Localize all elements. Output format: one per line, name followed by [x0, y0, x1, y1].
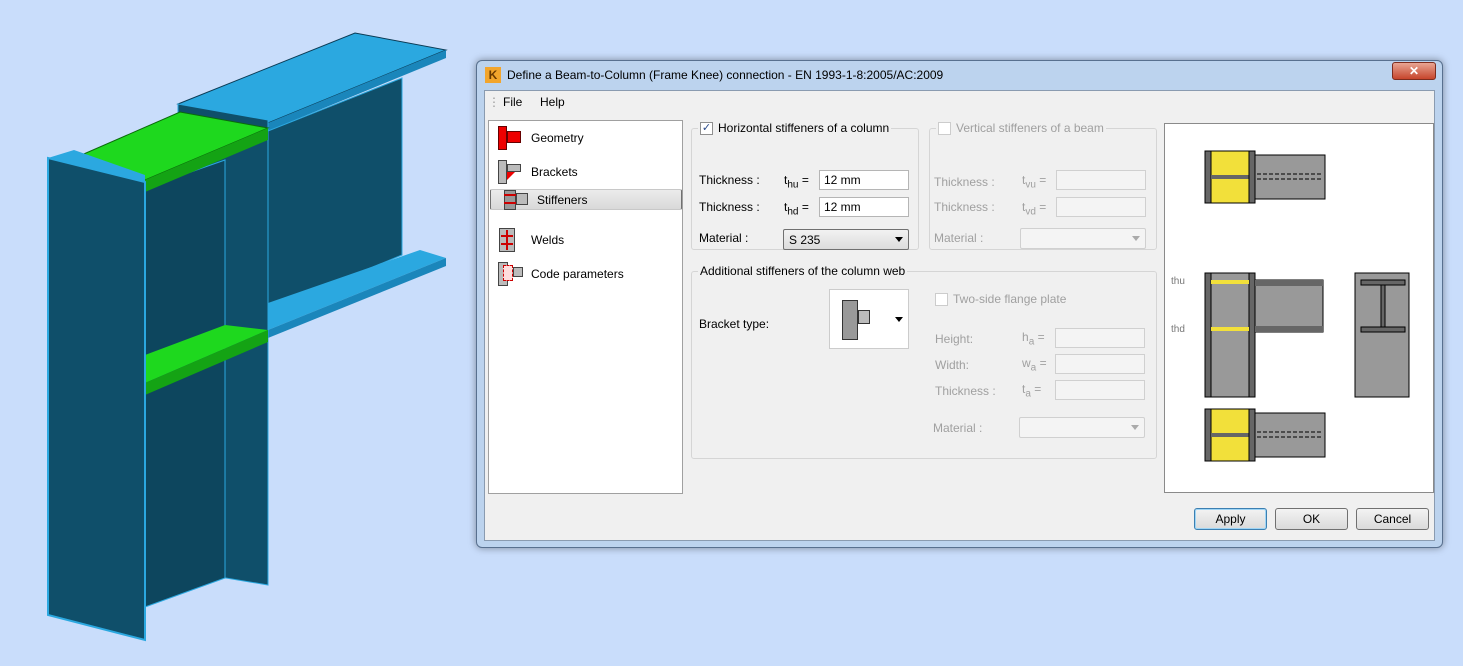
side-elevation-view: thu thd — [1171, 272, 1324, 398]
horizontal-stiffeners-checkbox[interactable]: ✓ — [700, 121, 713, 135]
nav-item-brackets[interactable]: Brackets — [490, 155, 682, 189]
additional-stiffeners-title: Additional stiffeners of the column web — [698, 264, 908, 278]
nav-item-welds[interactable]: Welds — [490, 223, 682, 257]
thd-input[interactable]: 12 mm — [819, 197, 909, 217]
nav-label: Geometry — [531, 131, 584, 145]
nav-label: Stiffeners — [537, 192, 588, 207]
nav-label: Brackets — [531, 165, 578, 179]
tvu-label: Thickness : — [934, 175, 995, 189]
apply-button[interactable]: Apply — [1194, 508, 1267, 530]
vertical-stiffeners-checkbox[interactable] — [938, 121, 951, 135]
additional-stiffeners-group: Additional stiffeners of the column web … — [691, 264, 1157, 459]
bottom-section-view — [1204, 408, 1326, 462]
two-side-flange-checkbox[interactable] — [935, 292, 948, 306]
menu-file[interactable]: File — [503, 95, 522, 109]
horizontal-stiffeners-toggle[interactable]: ✓ Horizontal stiffeners of a column — [698, 121, 892, 135]
additional-material-select[interactable] — [1019, 417, 1145, 438]
bracket-type-label: Bracket type: — [699, 317, 770, 331]
horizontal-stiffeners-title: Horizontal stiffeners of a column — [718, 121, 890, 135]
ta-symbol: ta = — [1022, 382, 1042, 400]
title-bar[interactable]: K Define a Beam-to-Column (Frame Knee) c… — [477, 61, 1442, 89]
chevron-down-icon — [1132, 236, 1140, 241]
nav-label: Code parameters — [531, 267, 624, 281]
height-label: Height: — [935, 332, 974, 346]
cancel-button[interactable]: Cancel — [1356, 508, 1429, 530]
tvd-symbol: tvd = — [1022, 200, 1047, 218]
vertical-material-label: Material : — [934, 231, 984, 245]
chevron-down-icon — [895, 237, 903, 242]
app-icon: K — [485, 67, 501, 83]
ha-symbol: ha = — [1022, 330, 1045, 348]
width-input[interactable] — [1055, 354, 1145, 374]
stiffeners-icon — [502, 188, 530, 212]
thu-input[interactable]: 12 mm — [819, 170, 909, 190]
tvd-label: Thickness : — [934, 200, 995, 214]
connection-dialog: K Define a Beam-to-Column (Frame Knee) c… — [476, 60, 1443, 548]
close-button[interactable]: ✕ — [1392, 62, 1436, 80]
vertical-material-select[interactable] — [1020, 228, 1146, 249]
nav-item-geometry[interactable]: Geometry — [490, 121, 682, 155]
window-title: Define a Beam-to-Column (Frame Knee) con… — [507, 68, 944, 82]
thickness-a-label: Thickness : — [935, 384, 996, 398]
horizontal-stiffeners-group: ✓ Horizontal stiffeners of a column Thick… — [691, 121, 919, 250]
two-side-flange-toggle[interactable]: Two-side flange plate — [933, 292, 1069, 306]
material-value: S 235 — [789, 233, 821, 247]
chevron-down-icon — [895, 317, 903, 322]
bracket-column-icon — [842, 300, 858, 340]
nav-item-stiffeners[interactable]: Stiffeners — [490, 189, 682, 210]
bracket-type-select[interactable] — [829, 289, 909, 349]
thu-preview-label: thu — [1171, 276, 1185, 287]
nav-list: Geometry Brackets Stiffeners Welds Code … — [488, 120, 683, 494]
chevron-down-icon — [1131, 425, 1139, 430]
height-input[interactable] — [1055, 328, 1145, 348]
3d-connection-model[interactable] — [0, 0, 470, 666]
preview-drawing: thu thd — [1171, 150, 1410, 462]
nav-item-code-parameters[interactable]: Code parameters — [490, 257, 682, 291]
dialog-client: ⋮ File Help Geometry Brackets Stiffeners… — [484, 90, 1435, 541]
tvu-input[interactable] — [1056, 170, 1146, 190]
thu-label: Thickness : — [699, 173, 760, 187]
material-label: Material : — [699, 231, 749, 245]
thu-symbol: thu = — [784, 173, 809, 191]
vertical-stiffeners-group: Vertical stiffeners of a beam Thickness … — [929, 121, 1157, 250]
code-parameters-icon — [496, 262, 524, 286]
tvd-input[interactable] — [1056, 197, 1146, 217]
thd-label: Thickness : — [699, 200, 760, 214]
geometry-icon — [496, 126, 524, 150]
additional-material-label: Material : — [933, 421, 983, 435]
thickness-a-input[interactable] — [1055, 380, 1145, 400]
thd-symbol: thd = — [784, 200, 809, 218]
column-front-flange — [47, 156, 146, 642]
close-icon: ✕ — [1408, 64, 1420, 78]
tvu-symbol: tvu = — [1022, 173, 1047, 191]
brackets-icon — [496, 160, 524, 184]
material-select[interactable]: S 235 — [783, 229, 909, 250]
menu-bar: ⋮ File Help — [485, 91, 1434, 113]
two-side-flange-label: Two-side flange plate — [953, 292, 1067, 306]
menu-help[interactable]: Help — [540, 95, 565, 109]
vertical-stiffeners-title: Vertical stiffeners of a beam — [956, 121, 1104, 135]
thd-preview-label: thd — [1171, 324, 1185, 335]
width-label: Width: — [935, 358, 970, 372]
column-section-view — [1354, 272, 1410, 398]
nav-label: Welds — [531, 233, 565, 247]
top-section-view — [1204, 150, 1326, 204]
grip-icon: ⋮ — [488, 95, 500, 109]
vertical-stiffeners-toggle[interactable]: Vertical stiffeners of a beam — [936, 121, 1106, 135]
ok-button[interactable]: OK — [1275, 508, 1348, 530]
bracket-beam-icon — [858, 310, 870, 324]
stiffener-preview: thu thd — [1164, 123, 1434, 493]
wa-symbol: wa = — [1022, 356, 1047, 374]
welds-icon — [496, 228, 524, 252]
